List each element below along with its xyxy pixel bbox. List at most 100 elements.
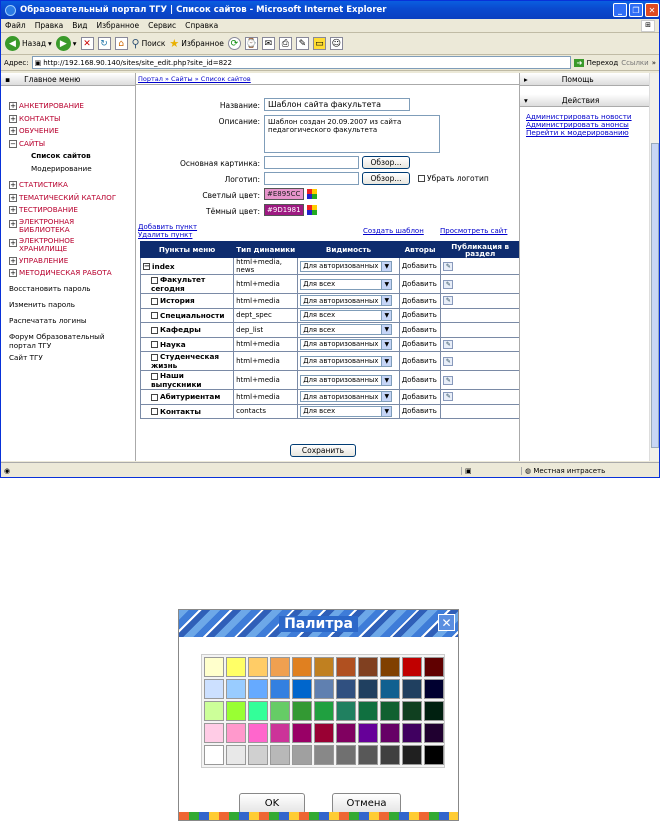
go-moderation-link[interactable]: Перейти к модерированию	[520, 129, 659, 137]
nav-sub-moderation[interactable]: Модерирование	[9, 163, 135, 176]
color-swatch[interactable]	[248, 679, 268, 699]
authors-link[interactable]: Добавить	[398, 351, 442, 371]
main-picture-input[interactable]	[264, 156, 359, 169]
help-header[interactable]: ▸ Помощь	[520, 73, 659, 86]
checkbox-icon[interactable]	[151, 312, 158, 320]
logo-input[interactable]	[264, 172, 359, 185]
color-swatch[interactable]	[358, 701, 378, 721]
ok-button[interactable]: OK	[239, 793, 305, 814]
forward-button[interactable]: ▶ ▾	[55, 36, 77, 51]
color-swatch[interactable]	[248, 701, 268, 721]
go-button[interactable]: ➜ Переход	[574, 58, 618, 67]
close-button[interactable]: ✕	[645, 3, 659, 17]
color-swatch[interactable]	[226, 657, 246, 677]
color-swatch[interactable]	[270, 701, 290, 721]
checkbox-icon[interactable]	[151, 341, 158, 349]
color-swatch[interactable]	[314, 723, 334, 743]
change-password-link[interactable]: Изменить пароль	[9, 300, 135, 309]
color-swatch[interactable]	[424, 679, 444, 699]
color-swatch[interactable]	[226, 679, 246, 699]
color-swatch[interactable]	[358, 679, 378, 699]
checkbox-icon[interactable]	[151, 353, 158, 361]
mail-icon[interactable]: ✉	[261, 37, 275, 50]
menu-item-name[interactable]: Студенческая жизнь	[139, 351, 235, 371]
print-icon[interactable]: ⎙	[278, 37, 292, 50]
color-swatch[interactable]	[204, 745, 224, 765]
menu-item-name[interactable]: Абитуриентам	[139, 389, 235, 405]
forum-link[interactable]: Форум Образовательный портал ТГУ	[9, 332, 119, 350]
description-textarea[interactable]: Шаблон создан 20.09.2007 из сайта педаго…	[264, 115, 440, 153]
menu-item-name[interactable]: Кафедры	[139, 322, 235, 338]
authors-link[interactable]: Добавить	[398, 274, 442, 294]
back-button[interactable]: ◀ Назад ▾	[5, 36, 52, 51]
color-swatch[interactable]	[380, 745, 400, 765]
color-swatch[interactable]	[248, 723, 268, 743]
color-swatch[interactable]	[336, 657, 356, 677]
nav-item[interactable]: + ЭЛЕКТРОННАЯ БИБЛИОТЕКА	[9, 217, 135, 236]
nav-item[interactable]: + ЭЛЕКТРОННОЕ ХРАНИЛИЩЕ	[9, 236, 135, 255]
color-swatch[interactable]	[226, 701, 246, 721]
menu-file[interactable]: Файл	[5, 21, 26, 30]
palette-picker-icon[interactable]	[307, 205, 317, 215]
color-swatch[interactable]	[248, 745, 268, 765]
color-swatch[interactable]	[204, 679, 224, 699]
color-swatch[interactable]	[204, 723, 224, 743]
color-swatch[interactable]	[380, 679, 400, 699]
menu-item-name[interactable]: Специальности	[139, 307, 235, 323]
authors-link[interactable]: Добавить	[398, 293, 442, 309]
color-swatch[interactable]	[402, 723, 422, 743]
edit-publication-icon[interactable]: ✎	[443, 356, 454, 366]
visibility-select[interactable]: Для авторизованных ▼	[300, 374, 393, 386]
delete-item-link[interactable]: Удалить пункт	[138, 231, 192, 239]
checkbox-icon[interactable]	[151, 276, 158, 284]
visibility-select[interactable]: Для авторизованных ▼	[300, 338, 393, 350]
folder-icon[interactable]: ▭	[312, 37, 326, 50]
color-swatch[interactable]	[424, 701, 444, 721]
nav-sub-site-list[interactable]: Список сайтов	[9, 150, 135, 163]
menu-item-name[interactable]: Факультет сегодня	[139, 274, 235, 294]
checkbox-icon[interactable]	[151, 372, 158, 380]
edit-publication-icon[interactable]: ✎	[443, 339, 454, 349]
name-input[interactable]: Шаблон сайта факультета	[264, 98, 410, 111]
nav-item[interactable]: + КОНТАКТЫ	[9, 113, 135, 126]
browse-picture-button[interactable]: Обзор...	[362, 156, 410, 169]
edit-publication-icon[interactable]: ✎	[443, 392, 454, 402]
color-swatch[interactable]	[380, 701, 400, 721]
remove-logo-checkbox[interactable]: Убрать логотип	[418, 174, 489, 183]
color-swatch[interactable]	[226, 723, 246, 743]
refresh-icon[interactable]: ↻	[97, 37, 111, 50]
messenger-icon[interactable]: ☺	[329, 37, 343, 50]
visibility-select[interactable]: Для авторизованных ▼	[300, 260, 393, 272]
menu-view[interactable]: Вид	[72, 21, 87, 30]
nav-item[interactable]: + МЕТОДИЧЕСКАЯ РАБОТА	[9, 267, 135, 280]
favorites-button[interactable]: ★ Избранное	[169, 37, 223, 50]
menu-edit[interactable]: Правка	[35, 21, 64, 30]
breadcrumb[interactable]: Портал » Сайты » Список сайтов	[136, 73, 519, 85]
authors-link[interactable]: Добавить	[398, 370, 442, 390]
color-swatch[interactable]	[402, 745, 422, 765]
color-swatch[interactable]	[204, 701, 224, 721]
edit-publication-icon[interactable]: ✎	[443, 261, 454, 271]
search-button[interactable]: ⚲ Поиск	[132, 37, 166, 50]
menu-favorites[interactable]: Избранное	[97, 21, 140, 30]
visibility-select[interactable]: Для всех ▼	[300, 405, 393, 417]
visibility-select[interactable]: Для всех ▼	[300, 324, 393, 336]
color-swatch[interactable]	[358, 745, 378, 765]
checkbox-icon[interactable]	[151, 326, 158, 334]
authors-link[interactable]: Добавить	[398, 403, 442, 419]
color-swatch[interactable]	[402, 679, 422, 699]
color-swatch[interactable]	[248, 657, 268, 677]
vertical-scrollbar[interactable]	[649, 73, 659, 461]
color-swatch[interactable]	[270, 657, 290, 677]
visibility-select[interactable]: Для всех ▼	[300, 309, 393, 321]
color-swatch[interactable]	[336, 679, 356, 699]
edit-publication-icon[interactable]: ✎	[443, 375, 454, 385]
color-swatch[interactable]	[292, 657, 312, 677]
visibility-select[interactable]: Для авторизованных ▼	[300, 295, 393, 307]
color-swatch[interactable]	[314, 657, 334, 677]
visibility-select[interactable]: Для авторизованных ▼	[300, 355, 393, 367]
nav-item[interactable]: + УПРАВЛЕНИЕ	[9, 255, 135, 268]
maximize-button[interactable]: ❐	[629, 3, 643, 17]
home-icon[interactable]: ⌂	[114, 37, 128, 50]
color-swatch[interactable]	[424, 745, 444, 765]
